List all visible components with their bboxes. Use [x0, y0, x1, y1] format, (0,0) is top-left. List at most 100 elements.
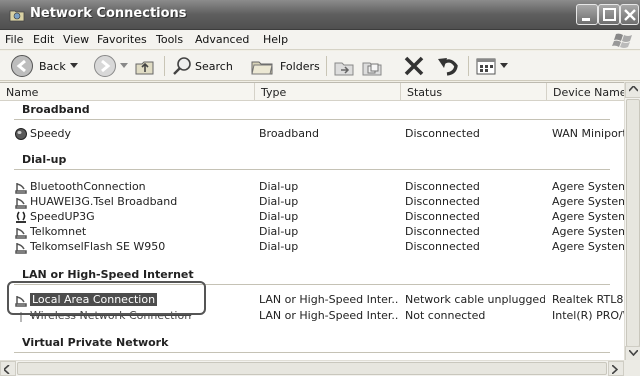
toolbar-separator — [164, 56, 165, 76]
item-name: Speedy — [30, 127, 71, 140]
item-type: Broadband — [259, 127, 319, 140]
group-lan: LAN or High-Speed Internet — [22, 268, 194, 281]
item-type: Dial-up — [259, 210, 299, 223]
network-folder-icon — [9, 10, 25, 22]
column-header: Name Type Status Device Name — [0, 83, 624, 101]
toolbar-separator — [326, 56, 327, 76]
connections-list[interactable]: Name Type Status Device Name Broadband S… — [0, 82, 640, 376]
window: Network Connections File Edit View Favor… — [0, 0, 640, 376]
item-status: Not connected — [405, 309, 486, 322]
item-name: Telkomnet — [30, 225, 87, 238]
minimize-icon — [582, 18, 590, 21]
menu-advanced[interactable]: Advanced — [195, 33, 249, 46]
dialup-icon — [15, 183, 27, 194]
maximize-button[interactable] — [598, 4, 620, 25]
forward-arrow-icon — [94, 55, 116, 77]
menu-bar: File Edit View Favorites Tools Advanced … — [0, 30, 640, 50]
delete-button[interactable] — [402, 54, 428, 78]
item-type: LAN or High-Speed Inter... — [259, 309, 399, 322]
chevron-right-icon — [612, 365, 618, 374]
up-folder-button[interactable] — [133, 54, 159, 78]
item-status: Disconnected — [405, 195, 480, 208]
scroll-thumb[interactable] — [17, 362, 607, 375]
menu-help[interactable]: Help — [263, 33, 288, 46]
maximize-icon — [603, 8, 616, 21]
dialup-icon — [15, 243, 27, 254]
menu-tools[interactable]: Tools — [156, 33, 183, 46]
item-status: Disconnected — [405, 127, 480, 140]
item-type: Dial-up — [259, 225, 299, 238]
list-item[interactable]: HUAWEI3G.Tsel Broadband Dial-up Disconne… — [0, 195, 624, 210]
copy-to-icon — [362, 62, 382, 76]
undo-button[interactable] — [436, 54, 462, 78]
menu-view[interactable]: View — [63, 33, 89, 46]
highlight-box — [7, 281, 206, 315]
scroll-right-button[interactable] — [608, 361, 624, 376]
title-bar[interactable]: Network Connections — [0, 0, 640, 30]
dialup-icon — [16, 211, 26, 223]
delete-icon — [404, 56, 424, 76]
column-device-name[interactable]: Device Name — [547, 83, 624, 101]
list-item[interactable]: Speedy Broadband Disconnected WAN Minipo… — [0, 127, 624, 142]
scroll-left-button[interactable] — [0, 361, 16, 376]
chevron-down-icon — [629, 350, 638, 356]
menu-file[interactable]: File — [5, 33, 23, 46]
item-name: BluetoothConnection — [30, 180, 146, 193]
group-vpn: Virtual Private Network — [22, 336, 169, 349]
chevron-down-icon — [500, 63, 508, 68]
back-label: Back — [39, 60, 66, 73]
menu-favorites[interactable]: Favorites — [97, 33, 147, 46]
toolbar-separator — [468, 56, 469, 76]
folders-label: Folders — [280, 60, 320, 73]
item-device: Intel(R) PRO/W — [552, 309, 624, 322]
group-divider — [14, 352, 610, 353]
list-item[interactable]: TelkomselFlash SE W950 Dial-up Disconnec… — [0, 240, 624, 255]
list-item[interactable]: Telkomnet Dial-up Disconnected Agere Sys… — [0, 225, 624, 240]
item-name: TelkomselFlash SE W950 — [30, 240, 166, 253]
folders-button[interactable]: Folders — [250, 54, 322, 78]
menu-edit[interactable]: Edit — [33, 33, 54, 46]
search-button[interactable]: Search — [170, 54, 242, 78]
column-status[interactable]: Status — [401, 83, 547, 101]
chevron-up-icon — [629, 86, 638, 92]
windows-logo-icon — [612, 33, 632, 48]
column-type[interactable]: Type — [255, 83, 401, 101]
chevron-down-icon — [70, 63, 78, 68]
column-name[interactable]: Name — [0, 83, 255, 101]
back-arrow-icon — [11, 55, 33, 77]
vertical-scrollbar[interactable] — [624, 82, 640, 362]
list-item[interactable]: SpeedUP3G Dial-up Disconnected Agere Sys… — [0, 210, 624, 225]
group-dialup: Dial-up — [22, 153, 67, 166]
group-divider — [14, 119, 610, 120]
scroll-up-button[interactable] — [625, 82, 640, 98]
search-icon — [173, 57, 191, 75]
close-button[interactable] — [620, 4, 639, 25]
item-device: Agere Systems — [552, 210, 624, 223]
copy-to-button[interactable] — [360, 54, 384, 78]
item-device: Agere Systems — [552, 195, 624, 208]
minimize-button[interactable] — [576, 4, 598, 25]
item-device: Agere Systems — [552, 225, 624, 238]
forward-button[interactable] — [93, 54, 129, 78]
views-button[interactable] — [474, 54, 508, 78]
item-device: Agere Systems — [552, 240, 624, 253]
item-name: SpeedUP3G — [30, 210, 95, 223]
move-to-button[interactable] — [332, 54, 356, 78]
horizontal-scrollbar[interactable] — [0, 360, 624, 376]
back-button[interactable]: Back — [10, 54, 80, 78]
item-device: Agere Systems — [552, 180, 624, 193]
window-title: Network Connections — [30, 6, 187, 21]
item-device: WAN Miniport ( — [552, 127, 624, 140]
item-status: Disconnected — [405, 210, 480, 223]
item-name: HUAWEI3G.Tsel Broadband — [30, 195, 178, 208]
views-icon — [476, 58, 496, 75]
globe-icon — [15, 128, 27, 140]
item-type: Dial-up — [259, 240, 299, 253]
close-icon — [624, 9, 636, 21]
search-label: Search — [195, 60, 233, 73]
group-divider — [14, 169, 610, 170]
item-type: LAN or High-Speed Inter... — [259, 293, 399, 306]
dialup-icon — [15, 228, 27, 239]
scroll-thumb[interactable] — [626, 99, 640, 347]
list-item[interactable]: BluetoothConnection Dial-up Disconnected… — [0, 180, 624, 195]
